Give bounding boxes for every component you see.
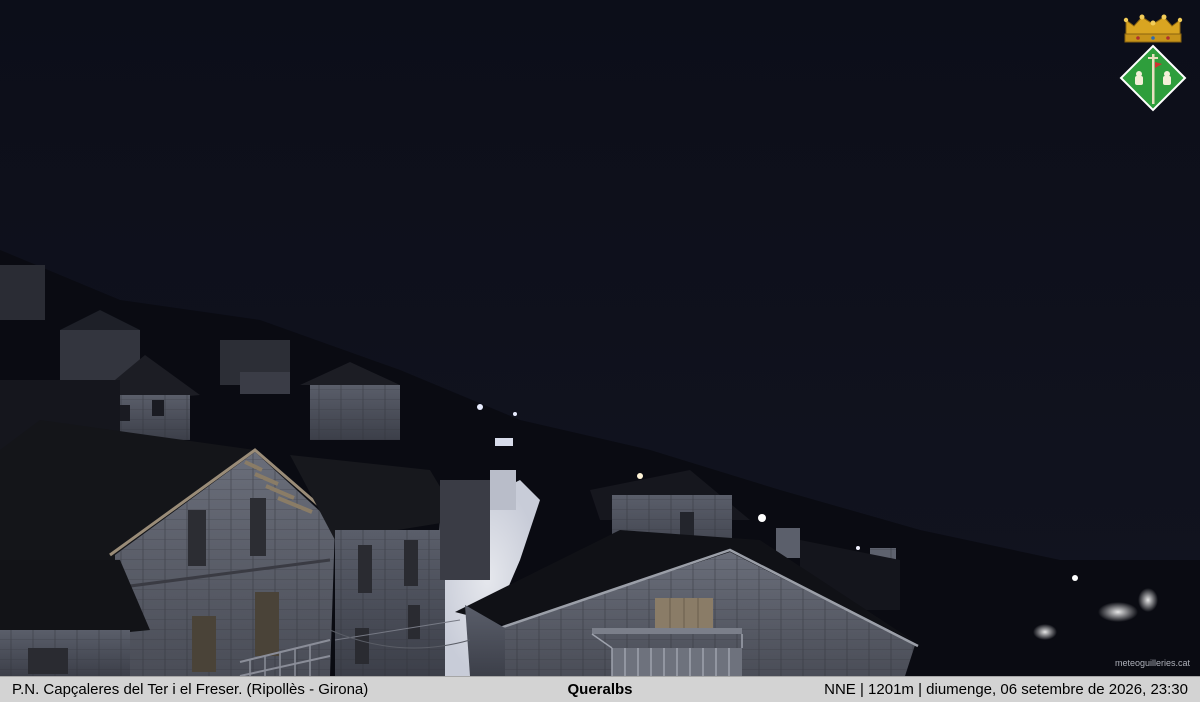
watermark: meteoguilleries.cat (1114, 658, 1190, 668)
webcam-night-scene (0, 0, 1200, 676)
shield-icon (1119, 44, 1187, 112)
location-text: P.N. Capçaleres del Ter i el Freser. (Ri… (12, 681, 369, 698)
info-bar: P.N. Capçaleres del Ter i el Freser. (Ri… (0, 676, 1200, 702)
municipal-coat-of-arms-icon (1119, 14, 1187, 112)
camera-info: NNE | 1201m | diumenge, 06 setembre de 2… (824, 681, 1188, 698)
municipal-coat-of-arms (1118, 12, 1188, 112)
crown-icon (1123, 14, 1183, 43)
